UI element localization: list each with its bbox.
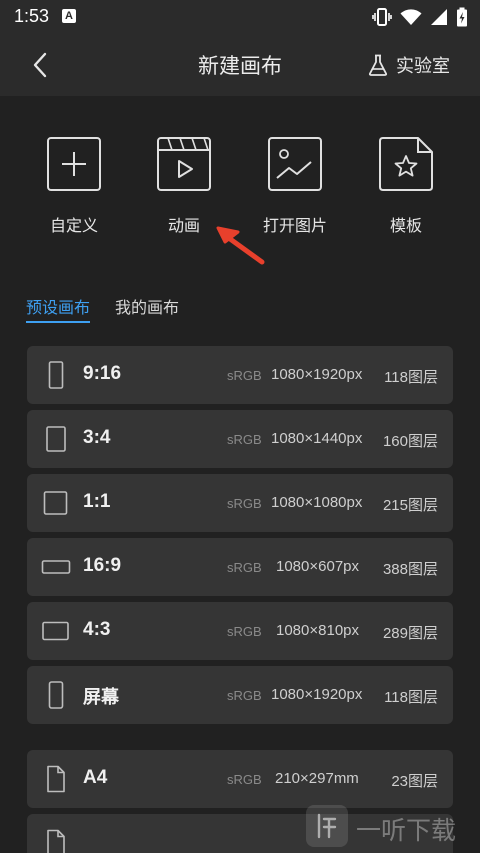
portrait-icon	[46, 426, 66, 452]
header: 新建画布 实验室	[0, 34, 480, 96]
preset-size: 1080×1920px	[271, 686, 363, 703]
landscape-wide-icon	[41, 560, 71, 574]
preset-layers: 388图层	[382, 561, 438, 578]
preset-name: 3:4	[83, 427, 111, 448]
screen-icon	[48, 681, 64, 709]
portrait-tall-icon	[48, 361, 64, 389]
signal-icon	[431, 9, 447, 25]
preset-layers: 23图层	[391, 773, 438, 790]
square-icon	[43, 491, 68, 515]
color-space: sRGB	[227, 432, 262, 447]
image-icon	[268, 137, 322, 191]
preset-item[interactable]: 1:1 sRGB 1080×1080px 215图层	[27, 474, 453, 532]
notification-a-icon: A	[62, 9, 76, 23]
canvas-tabs: 预设画布 我的画布	[0, 294, 480, 328]
preset-name: 1:1	[83, 491, 111, 512]
battery-icon	[457, 7, 467, 27]
preset-name: A4	[83, 767, 108, 788]
preset-size: 1080×607px	[276, 558, 359, 575]
watermark: 一听下载	[304, 803, 474, 849]
preset-layers: 118图层	[384, 369, 438, 386]
document-icon	[47, 829, 65, 853]
watermark-text: 一听下载	[356, 816, 457, 845]
preset-name: 4:3	[83, 619, 111, 640]
color-space: sRGB	[227, 368, 262, 383]
active-tab-indicator	[26, 321, 90, 323]
preset-size: 1080×810px	[276, 622, 359, 639]
preset-layers: 160图层	[382, 433, 438, 450]
preset-size: 210×297mm	[275, 770, 359, 787]
color-space: sRGB	[227, 688, 262, 703]
color-space: sRGB	[227, 772, 262, 787]
status-bar: 1:53 A	[0, 0, 480, 34]
watermark-logo-icon	[306, 805, 348, 847]
status-time: 1:53	[14, 6, 50, 26]
preset-item[interactable]: 16:9 sRGB 1080×607px 388图层	[27, 538, 453, 596]
preset-name: 16:9	[83, 555, 122, 576]
preset-size: 1080×1920px	[271, 366, 363, 383]
preset-item[interactable]: A4 sRGB 210×297mm 23图层	[27, 750, 453, 808]
custom-label: 自定义	[49, 216, 98, 235]
preset-item[interactable]: 9:16 sRGB 1080×1920px 118图层	[27, 346, 453, 404]
status-icons	[372, 6, 468, 28]
preset-name: 屏幕	[83, 687, 119, 708]
vibrate-icon	[372, 8, 392, 26]
lab-label: 实验室	[396, 56, 450, 77]
document-icon	[47, 765, 65, 793]
landscape-icon	[42, 621, 69, 641]
preset-layers: 118图层	[384, 689, 438, 706]
preset-size: 1080×1440px	[271, 430, 363, 447]
preset-item[interactable]: 3:4 sRGB 1080×1440px 160图层	[27, 410, 453, 468]
template-button[interactable]: 模板	[356, 132, 456, 242]
content-area: 自定义 动画 打开图片 模板 预设画布 我的画布 9:16 sRGB 1080×…	[0, 96, 480, 853]
color-space: sRGB	[227, 560, 262, 575]
template-label: 模板	[389, 216, 422, 235]
preset-item[interactable]: 4:3 sRGB 1080×810px 289图层	[27, 602, 453, 660]
star-document-icon	[379, 137, 433, 191]
wifi-icon	[400, 9, 422, 25]
clapperboard-icon	[157, 137, 211, 191]
tab-preset-canvas[interactable]: 预设画布	[26, 294, 90, 324]
preset-name: 9:16	[83, 363, 122, 384]
color-space: sRGB	[227, 624, 262, 639]
preset-layers: 289图层	[382, 625, 438, 642]
flask-icon	[368, 54, 388, 76]
pointer-arrow-icon	[216, 226, 265, 265]
preset-size: 1080×1080px	[271, 494, 363, 511]
tab-my-canvas[interactable]: 我的画布	[115, 294, 179, 324]
lab-button[interactable]: 实验室	[368, 52, 450, 78]
preset-layers: 215图层	[382, 497, 438, 514]
preset-item[interactable]: 屏幕 sRGB 1080×1920px 118图层	[27, 666, 453, 724]
plus-icon	[47, 137, 101, 191]
color-space: sRGB	[227, 496, 262, 511]
custom-canvas-button[interactable]: 自定义	[24, 132, 124, 242]
